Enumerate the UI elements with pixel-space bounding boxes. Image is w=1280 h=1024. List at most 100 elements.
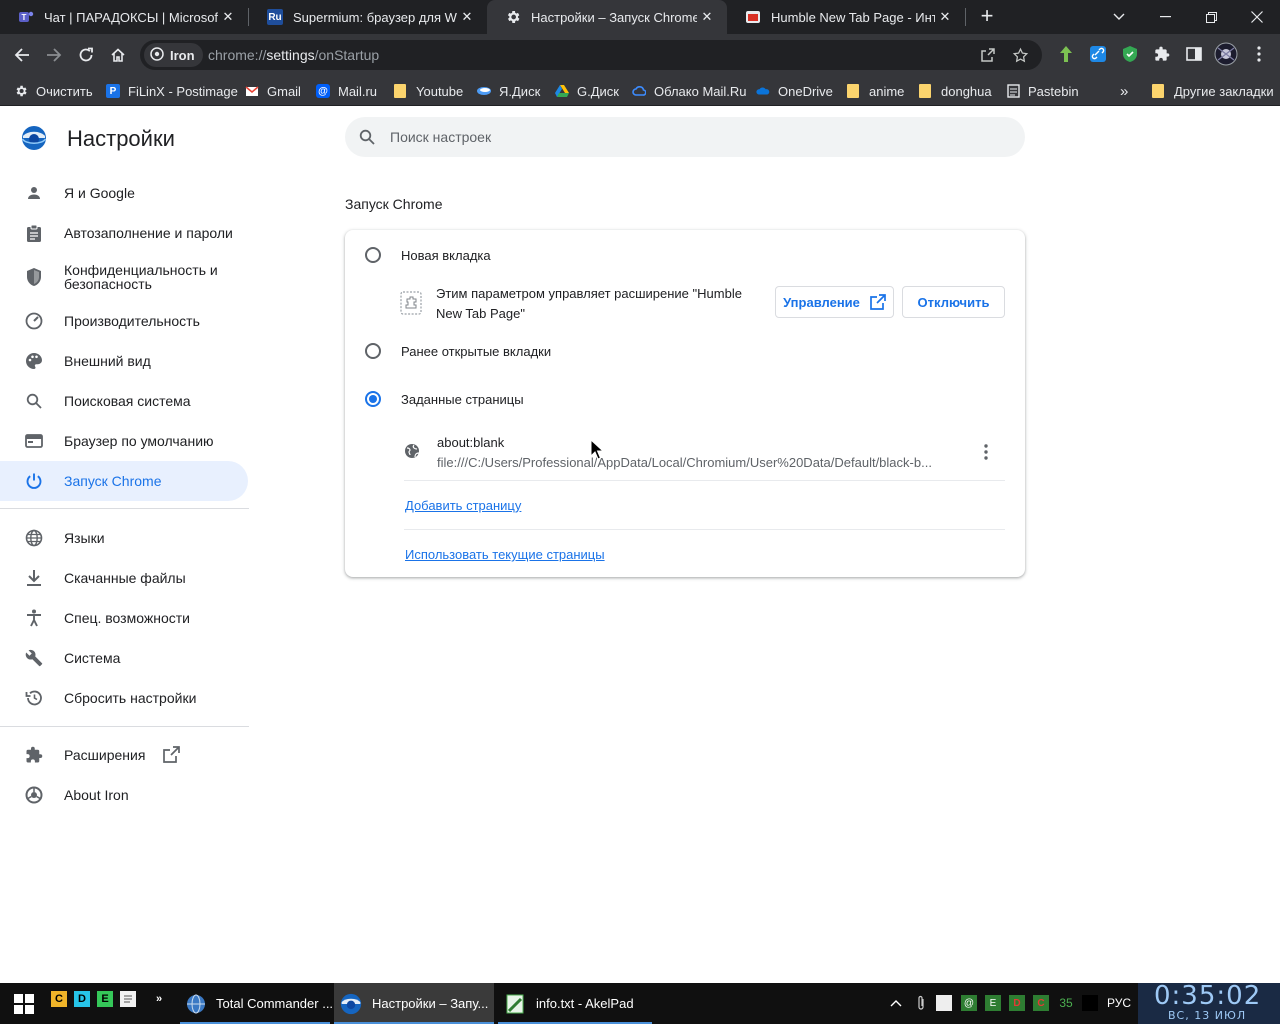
bookmark-gmail[interactable]: Gmail	[245, 82, 301, 100]
bookmark-other-folder[interactable]: Другие закладки	[1152, 82, 1274, 100]
radio-new-tab[interactable]	[365, 247, 381, 263]
green-app-tray-icon[interactable]: C	[1033, 995, 1049, 1011]
taskbar-iron-browser[interactable]: Настройки – Запу...	[334, 983, 494, 1024]
notepad-icon[interactable]	[120, 991, 136, 1007]
reload-icon[interactable]	[72, 41, 100, 69]
drive-c-icon[interactable]: C	[51, 991, 67, 1007]
bookmark-cloud-mailru[interactable]: Облако Mail.Ru	[632, 82, 747, 100]
back-arrow-icon[interactable]	[8, 41, 36, 69]
nav-item-performance[interactable]: Производительность	[0, 301, 248, 341]
window-tray-icon[interactable]	[936, 995, 952, 1011]
search-input[interactable]	[390, 117, 1010, 157]
radio-continue-where-left[interactable]	[365, 343, 381, 359]
windows-start-icon[interactable]	[14, 994, 34, 1014]
nav-item-search-engine[interactable]: Поисковая система	[0, 381, 248, 421]
language-indicator[interactable]: РУС	[1107, 996, 1131, 1010]
nav-label: About Iron	[64, 787, 129, 803]
history-icon	[24, 688, 44, 708]
tab-close-icon[interactable]: ✕	[457, 9, 477, 25]
nav-item-languages[interactable]: Языки	[0, 518, 248, 558]
bookmark-youtube[interactable]: Youtube	[394, 82, 463, 100]
nav-item-autofill[interactable]: Автозаполнение и пароли	[0, 213, 248, 253]
bookmark-label: Mail.ru	[338, 83, 378, 99]
bookmark-label: Pastebin	[1028, 83, 1079, 99]
url-text[interactable]: chrome://settings/onStartup	[208, 47, 379, 63]
drive-e-icon[interactable]: E	[97, 991, 113, 1007]
shield-extension-icon[interactable]	[1120, 44, 1140, 64]
yadisk-icon	[477, 84, 491, 98]
bookmark-donghua[interactable]: donghua	[919, 82, 992, 100]
tab-divider	[965, 8, 966, 26]
bookmark-star-icon[interactable]	[1010, 45, 1030, 65]
nav-item-you-and-google[interactable]: Я и Google	[0, 173, 248, 213]
tab-close-icon[interactable]: ✕	[218, 9, 238, 25]
address-bar[interactable]: Iron chrome://settings/onStartup	[140, 40, 1042, 70]
green-app-tray-icon[interactable]: E	[985, 995, 1001, 1011]
bookmark-mailru[interactable]: @ Mail.ru	[316, 82, 377, 100]
forward-arrow-icon[interactable]	[40, 41, 68, 69]
drive-d-icon[interactable]: D	[74, 991, 90, 1007]
bookmark-pastebin[interactable]: Pastebin	[1006, 82, 1079, 100]
browser-toolbar: Iron chrome://settings/onStartup	[0, 34, 1280, 76]
nav-label: Спец. возможности	[64, 610, 190, 626]
green-app-tray-icon[interactable]: D	[1009, 995, 1025, 1011]
nav-item-about[interactable]: About Iron	[0, 775, 248, 815]
close-window-icon[interactable]	[1234, 0, 1280, 34]
bookmark-label: donghua	[941, 83, 992, 99]
taskbar-akelpad[interactable]: info.txt - AkelPad	[498, 983, 652, 1024]
tab-close-icon[interactable]: ✕	[935, 9, 955, 25]
profile-avatar[interactable]	[1214, 42, 1238, 66]
nav-item-appearance[interactable]: Внешний вид	[0, 341, 248, 381]
nav-item-privacy[interactable]: Конфиденциальность и безопасность	[0, 253, 248, 301]
radio-specific-pages[interactable]	[365, 391, 381, 407]
tab-settings[interactable]: Настройки – Запуск Chrome ✕	[487, 0, 727, 34]
home-icon[interactable]	[104, 41, 132, 69]
share-icon[interactable]	[978, 45, 998, 65]
bookmarks-overflow-chevron[interactable]: »	[1120, 82, 1128, 100]
bookmark-onedrive[interactable]: OneDrive	[756, 82, 833, 100]
puzzle-extensions-icon[interactable]	[1152, 44, 1172, 64]
add-page-link[interactable]: Добавить страницу	[405, 498, 521, 513]
link-extension-icon[interactable]	[1088, 44, 1108, 64]
taskbar-total-commander[interactable]: Total Commander ...	[180, 983, 333, 1024]
kebab-menu-icon[interactable]	[1249, 44, 1269, 64]
bookmark-gdrive[interactable]: G.Диск	[555, 82, 619, 100]
tab-humble[interactable]: Humble New Tab Page - Интернет-магазин C…	[727, 0, 965, 34]
tab-close-icon[interactable]: ✕	[697, 9, 717, 25]
nav-item-downloads[interactable]: Скачанные файлы	[0, 558, 248, 598]
settings-search[interactable]	[345, 117, 1025, 157]
tray-counter[interactable]: 35	[1057, 995, 1075, 1011]
tab-teams[interactable]: T Чат | ПАРАДОКСЫ | Microsoft Teams ✕	[0, 0, 248, 34]
black-tray-icon[interactable]	[1082, 995, 1098, 1011]
minimize-icon[interactable]	[1142, 0, 1188, 34]
upload-arrow-extension-icon[interactable]	[1056, 44, 1076, 64]
section-title: Запуск Chrome	[345, 196, 443, 212]
nav-label: Запуск Chrome	[64, 473, 162, 489]
nav-item-system[interactable]: Система	[0, 638, 248, 678]
bookmark-anime[interactable]: anime	[847, 82, 904, 100]
green-app-tray-icon[interactable]: @	[961, 995, 977, 1011]
clock[interactable]: 0:35:02 ВС, 13 ИЮЛ	[1138, 981, 1280, 1024]
paperclip-tray-icon[interactable]	[913, 995, 929, 1011]
side-panel-icon[interactable]	[1184, 44, 1204, 64]
use-current-pages-link[interactable]: Использовать текущие страницы	[405, 547, 605, 562]
tab-search-chevron-icon[interactable]	[1096, 0, 1142, 34]
more-vert-icon[interactable]	[976, 440, 996, 464]
tray-expand-chevron-icon[interactable]	[888, 995, 904, 1011]
bookmark-yadisk[interactable]: Я.Диск	[477, 82, 540, 100]
manage-extension-button[interactable]: Управление	[775, 286, 894, 318]
bookmark-postimage[interactable]: P FiLinX - Postimage	[106, 82, 238, 100]
nav-item-default-browser[interactable]: Браузер по умолчанию	[0, 421, 248, 461]
restore-icon[interactable]	[1188, 0, 1234, 34]
bookmark-clear[interactable]: Очистить	[14, 82, 93, 100]
nav-item-on-startup[interactable]: Запуск Chrome	[0, 461, 248, 501]
disable-extension-button[interactable]: Отключить	[902, 286, 1005, 318]
new-tab-plus-icon[interactable]: +	[975, 4, 999, 28]
pastebin-icon	[1006, 84, 1020, 98]
overflow-chevron-icon[interactable]: »	[151, 991, 167, 1007]
nav-item-extensions[interactable]: Расширения	[0, 735, 248, 775]
site-info-chip[interactable]: Iron	[144, 43, 203, 67]
nav-item-reset[interactable]: Сбросить настройки	[0, 678, 248, 718]
nav-item-accessibility[interactable]: Спец. возможности	[0, 598, 248, 638]
tab-supermium[interactable]: Ru Supermium: браузер для Windows ✕	[249, 0, 487, 34]
